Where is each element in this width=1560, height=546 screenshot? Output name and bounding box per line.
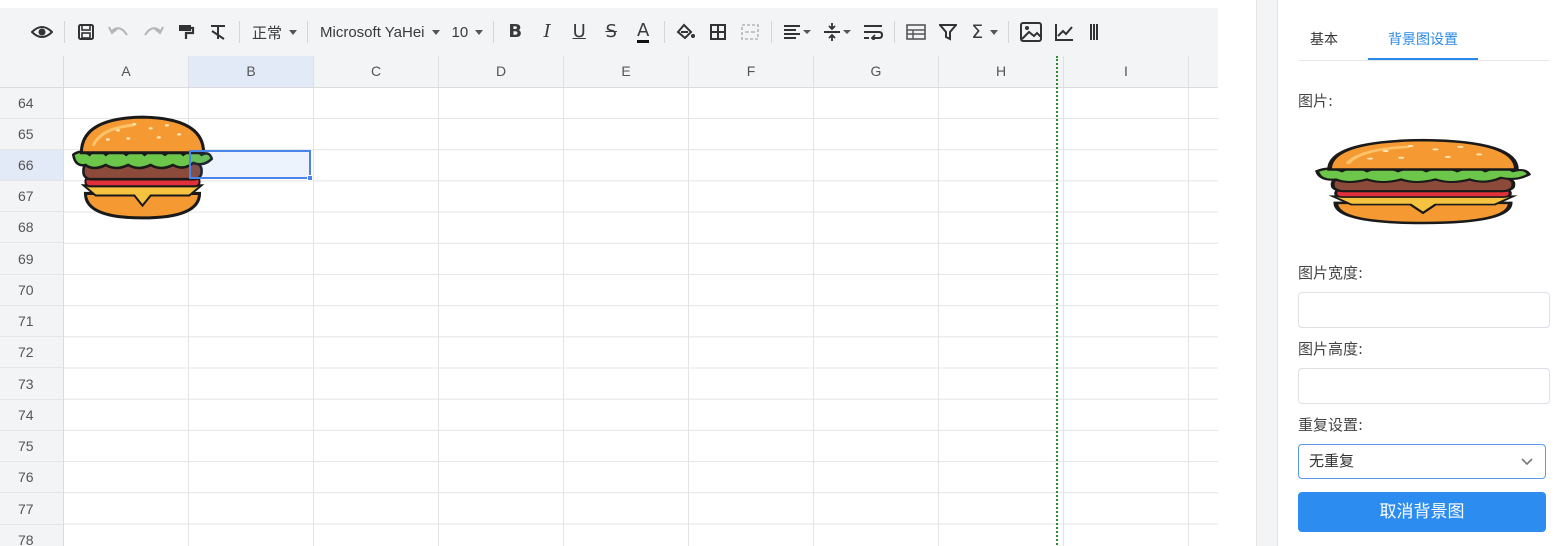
fill-color-icon[interactable] — [673, 18, 699, 46]
row-header[interactable]: 72 — [0, 337, 63, 368]
redo-icon[interactable] — [139, 18, 167, 46]
undo-icon[interactable] — [105, 18, 133, 46]
valign-icon[interactable] — [820, 18, 854, 46]
column-header-bar: A B C D E F G H I — [0, 56, 1218, 88]
merge-cells-icon[interactable] — [737, 18, 763, 46]
column-header-b[interactable]: B — [189, 56, 314, 87]
row-header[interactable]: 76 — [0, 462, 63, 493]
settings-panel: 基本 背景图设置 图片: 图片宽度: 图片高度: 重复设置: 无重复 取消背景图 — [1278, 0, 1560, 546]
repeat-select-value: 无重复 — [1309, 452, 1355, 470]
toolbar-separator — [239, 21, 240, 43]
image-label: 图片: — [1298, 92, 1334, 110]
select-all-corner[interactable] — [0, 56, 64, 87]
column-header-f[interactable]: F — [689, 56, 814, 87]
chevron-down-icon — [990, 29, 999, 35]
image-height-input[interactable] — [1298, 368, 1550, 404]
row-header[interactable]: 68 — [0, 212, 63, 243]
chevron-down-icon — [1521, 458, 1533, 466]
selected-cell-b66[interactable] — [189, 150, 313, 181]
sum-icon[interactable]: Σ — [967, 18, 1002, 46]
row-header[interactable]: 66 — [0, 150, 63, 181]
freeze-icon[interactable] — [903, 18, 929, 46]
toolbar: 正常 Microsoft YaHei 10 B I U S A Σ — [0, 8, 1218, 56]
spreadsheet-area: 正常 Microsoft YaHei 10 B I U S A Σ A B C … — [0, 0, 1218, 546]
column-header-j[interactable] — [1189, 56, 1218, 87]
font-color-glyph: A — [637, 19, 650, 43]
row-header[interactable]: 73 — [0, 369, 63, 400]
row-header[interactable]: 75 — [0, 431, 63, 462]
underline-icon[interactable]: U — [566, 18, 592, 46]
chart-icon[interactable] — [1051, 18, 1077, 46]
filter-icon[interactable] — [935, 18, 961, 46]
border-icon[interactable] — [705, 18, 731, 46]
style-select-value: 正常 — [252, 23, 283, 42]
italic-icon[interactable]: I — [534, 18, 560, 46]
chevron-down-icon — [475, 29, 484, 35]
chevron-down-icon — [431, 29, 440, 35]
toolbar-separator — [493, 21, 495, 43]
strikethrough-icon[interactable]: S — [598, 18, 624, 46]
column-header-a[interactable]: A — [64, 56, 189, 87]
align-icon[interactable] — [780, 18, 814, 46]
column-header-e[interactable]: E — [564, 56, 689, 87]
column-header-d[interactable]: D — [439, 56, 564, 87]
repeat-select[interactable]: 无重复 — [1298, 444, 1546, 479]
barcode-icon[interactable] — [1083, 18, 1109, 46]
underline-glyph: U — [572, 21, 586, 42]
width-label: 图片宽度: — [1298, 264, 1364, 282]
row-header[interactable]: 74 — [0, 400, 63, 431]
toolbar-separator — [771, 21, 773, 43]
toolbar-separator — [664, 21, 666, 43]
bold-icon[interactable]: B — [502, 18, 528, 46]
row-header-bar: 64 65 66 67 68 69 70 71 72 73 74 75 76 7… — [0, 88, 64, 546]
row-header[interactable]: 71 — [0, 306, 63, 337]
tab-background-settings[interactable]: 背景图设置 — [1368, 24, 1478, 60]
page-break-line — [1056, 56, 1058, 546]
font-size-value: 10 — [451, 23, 469, 41]
toolbar-separator — [307, 21, 309, 43]
column-header-i[interactable]: I — [1064, 56, 1189, 87]
row-header[interactable]: 70 — [0, 275, 63, 306]
row-header[interactable]: 65 — [0, 119, 63, 150]
bold-glyph: B — [508, 21, 523, 42]
row-header[interactable]: 69 — [0, 244, 63, 275]
column-header-h[interactable]: H — [939, 56, 1064, 87]
sum-glyph: Σ — [971, 21, 984, 43]
font-family-value: Microsoft YaHei — [320, 23, 425, 41]
column-header-g[interactable]: G — [814, 56, 939, 87]
clear-format-icon[interactable] — [205, 18, 231, 46]
height-label: 图片高度: — [1298, 340, 1364, 358]
font-family-select[interactable]: Microsoft YaHei — [316, 18, 443, 46]
format-painter-icon[interactable] — [173, 18, 199, 46]
image-icon[interactable] — [1017, 18, 1045, 46]
font-size-select[interactable]: 10 — [448, 18, 488, 46]
fill-handle[interactable] — [307, 175, 313, 181]
italic-glyph: I — [543, 21, 551, 42]
chevron-down-icon — [289, 29, 298, 35]
row-header[interactable]: 78 — [0, 525, 63, 546]
toolbar-separator — [64, 21, 65, 43]
style-select[interactable]: 正常 — [248, 18, 301, 46]
toolbar-separator — [894, 21, 896, 43]
wrap-text-icon[interactable] — [860, 18, 886, 46]
font-color-icon[interactable]: A — [630, 18, 656, 46]
strike-glyph: S — [605, 21, 617, 42]
row-header[interactable]: 77 — [0, 494, 63, 525]
tab-basic[interactable]: 基本 — [1310, 24, 1338, 60]
repeat-label: 重复设置: — [1298, 416, 1364, 434]
cancel-background-button[interactable]: 取消背景图 — [1298, 492, 1546, 532]
row-header[interactable]: 67 — [0, 181, 63, 212]
eye-icon[interactable] — [28, 18, 56, 46]
background-image-preview — [1314, 136, 1532, 228]
toolbar-separator — [1008, 21, 1010, 43]
image-width-input[interactable] — [1298, 292, 1550, 328]
panel-tabs: 基本 背景图设置 — [1298, 24, 1550, 61]
column-header-c[interactable]: C — [314, 56, 439, 87]
row-header[interactable]: 64 — [0, 88, 63, 119]
panel-divider[interactable] — [1256, 0, 1278, 546]
save-icon[interactable] — [73, 18, 99, 46]
